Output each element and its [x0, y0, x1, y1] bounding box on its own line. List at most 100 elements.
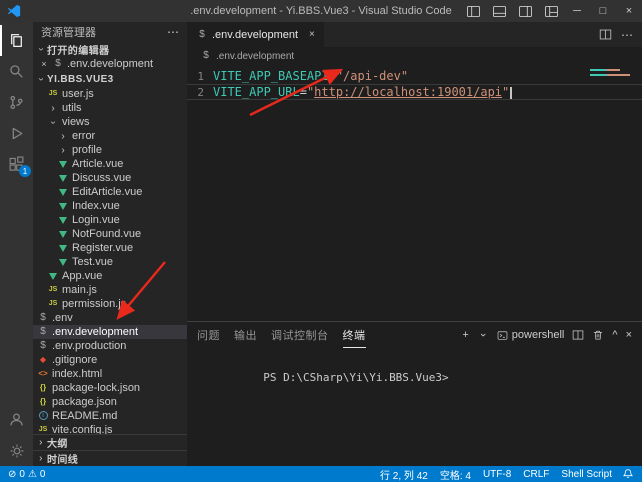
- code-area[interactable]: 1VITE_APP_BASEAPI="/api-dev"2VITE_APP_UR…: [187, 65, 642, 321]
- terminal-dropdown-icon[interactable]: ›: [477, 329, 489, 341]
- tree-item[interactable]: JSuser.js: [33, 87, 187, 101]
- extensions-badge: 1: [19, 165, 31, 177]
- toggle-sidebar-icon[interactable]: [460, 0, 486, 22]
- js-file-icon: JS: [47, 284, 59, 296]
- project-label: YI.BBS.VUE3: [47, 74, 114, 85]
- new-terminal-icon[interactable]: +: [462, 329, 468, 341]
- explorer-icon[interactable]: [0, 25, 33, 56]
- tree-item[interactable]: JSpermission.js: [33, 297, 187, 311]
- maximize-button[interactable]: □: [590, 0, 616, 22]
- minimap[interactable]: [590, 69, 638, 79]
- settings-gear-icon[interactable]: [0, 435, 33, 466]
- maximize-panel-icon[interactable]: ^: [612, 329, 617, 341]
- account-icon[interactable]: [0, 404, 33, 435]
- extensions-icon[interactable]: 1: [0, 149, 33, 180]
- toggle-secondary-sidebar-icon[interactable]: [512, 0, 538, 22]
- shell-file-icon: $: [37, 340, 49, 352]
- tree-item[interactable]: ›views: [33, 115, 187, 129]
- status-item[interactable]: 空格: 4: [440, 467, 471, 482]
- powershell-icon: [497, 330, 508, 341]
- split-terminal-icon[interactable]: [572, 329, 584, 341]
- minimize-button[interactable]: ─: [564, 0, 590, 22]
- tree-item[interactable]: Register.vue: [33, 241, 187, 255]
- customize-layout-icon[interactable]: [538, 0, 564, 22]
- markdown-file-icon: i: [37, 410, 49, 422]
- code-token: ": [502, 85, 509, 99]
- source-control-icon[interactable]: [0, 87, 33, 118]
- code-token: http://localhost:19001/api: [314, 85, 502, 99]
- kill-terminal-icon[interactable]: [592, 329, 604, 341]
- search-icon[interactable]: [0, 56, 33, 87]
- status-item[interactable]: Shell Script: [561, 469, 612, 480]
- tree-item[interactable]: App.vue: [33, 269, 187, 283]
- timeline-section[interactable]: › 时间线: [33, 450, 187, 466]
- tree-item-label: user.js: [62, 88, 94, 100]
- open-editor-item[interactable]: × $ .env.development: [33, 57, 187, 71]
- split-editor-icon[interactable]: [599, 28, 612, 41]
- open-editors-section[interactable]: › 打开的编辑器: [33, 42, 187, 57]
- tree-item[interactable]: Index.vue: [33, 199, 187, 213]
- more-actions-icon[interactable]: ⋯: [621, 28, 633, 42]
- tree-item[interactable]: {}package-lock.json: [33, 381, 187, 395]
- status-item[interactable]: 行 2, 列 42: [380, 467, 428, 482]
- breadcrumb-item[interactable]: .env.development: [216, 51, 294, 62]
- tree-item[interactable]: EditArticle.vue: [33, 185, 187, 199]
- status-item[interactable]: UTF-8: [483, 469, 511, 480]
- tree-item[interactable]: Login.vue: [33, 213, 187, 227]
- code-line[interactable]: 1VITE_APP_BASEAPI="/api-dev": [187, 68, 642, 84]
- chevron-right-icon: ›: [57, 131, 69, 142]
- tree-item[interactable]: iREADME.md: [33, 409, 187, 423]
- status-right: 行 2, 列 42 空格: 4 UTF-8 CRLF Shell Script: [380, 467, 634, 482]
- panel-tab[interactable]: 问题: [197, 322, 220, 348]
- panel-tab[interactable]: 输出: [234, 322, 257, 348]
- tree-item[interactable]: ◆.gitignore: [33, 353, 187, 367]
- tree-item-label: README.md: [52, 410, 117, 422]
- more-actions-icon[interactable]: ⋯: [167, 25, 179, 39]
- tabbar-actions: ⋯: [599, 22, 642, 47]
- file-tree: JSuser.js›utils›views›error›profileArtic…: [33, 87, 187, 434]
- tree-item[interactable]: JSmain.js: [33, 283, 187, 297]
- tree-item[interactable]: ›utils: [33, 101, 187, 115]
- problems-status[interactable]: ⊘ 0 ⚠ 0: [8, 469, 45, 480]
- code-token: VITE_APP_URL: [213, 85, 300, 99]
- tree-item[interactable]: Test.vue: [33, 255, 187, 269]
- toggle-panel-icon[interactable]: [486, 0, 512, 22]
- tree-item[interactable]: <>index.html: [33, 367, 187, 381]
- warning-icon: ⚠: [28, 469, 37, 480]
- tree-item-label: .env: [52, 312, 73, 324]
- panel-tab[interactable]: 终端: [343, 322, 366, 348]
- close-panel-icon[interactable]: ×: [626, 329, 632, 341]
- project-section[interactable]: › YI.BBS.VUE3: [33, 71, 187, 87]
- tree-item[interactable]: Discuss.vue: [33, 171, 187, 185]
- chevron-right-icon: ›: [57, 145, 69, 156]
- shell-file-icon: $: [37, 326, 49, 338]
- chevron-down-icon: ›: [36, 44, 47, 56]
- main-area: 1 资源管理器 ⋯ › 打开的编辑器 × $ .env.devel: [0, 22, 642, 466]
- status-item[interactable]: CRLF: [523, 469, 549, 480]
- code-line[interactable]: 2VITE_APP_URL="http://localhost:19001/ap…: [187, 84, 642, 100]
- close-button[interactable]: ×: [616, 0, 642, 22]
- panel-tab[interactable]: 调试控制台: [271, 322, 329, 348]
- notifications-bell-icon[interactable]: [622, 468, 634, 480]
- tree-item[interactable]: $.env.production: [33, 339, 187, 353]
- minimap-line: [590, 74, 630, 76]
- tree-item[interactable]: $.env: [33, 311, 187, 325]
- tree-item[interactable]: {}package.json: [33, 395, 187, 409]
- tree-item[interactable]: JSvite.config.js: [33, 423, 187, 434]
- close-tab-icon[interactable]: ×: [309, 29, 315, 40]
- timeline-label: 时间线: [47, 451, 78, 466]
- tab-env-development[interactable]: $ .env.development ×: [187, 22, 324, 47]
- tree-item-label: NotFound.vue: [72, 228, 141, 240]
- tree-item[interactable]: ›error: [33, 129, 187, 143]
- tree-item[interactable]: ›profile: [33, 143, 187, 157]
- breadcrumb[interactable]: $ .env.development: [187, 47, 642, 65]
- run-debug-icon[interactable]: [0, 118, 33, 149]
- close-editor-icon[interactable]: ×: [39, 59, 49, 69]
- editor-area: $ .env.development × ⋯ $ .env.developmen…: [187, 22, 642, 466]
- outline-section[interactable]: › 大纲: [33, 434, 187, 450]
- shell-selector[interactable]: powershell: [497, 329, 565, 341]
- tree-item[interactable]: $.env.development: [33, 325, 187, 339]
- terminal-output[interactable]: PS D:\CSharp\Yi\Yi.BBS.Vue3>: [187, 348, 642, 466]
- tree-item[interactable]: NotFound.vue: [33, 227, 187, 241]
- tree-item[interactable]: Article.vue: [33, 157, 187, 171]
